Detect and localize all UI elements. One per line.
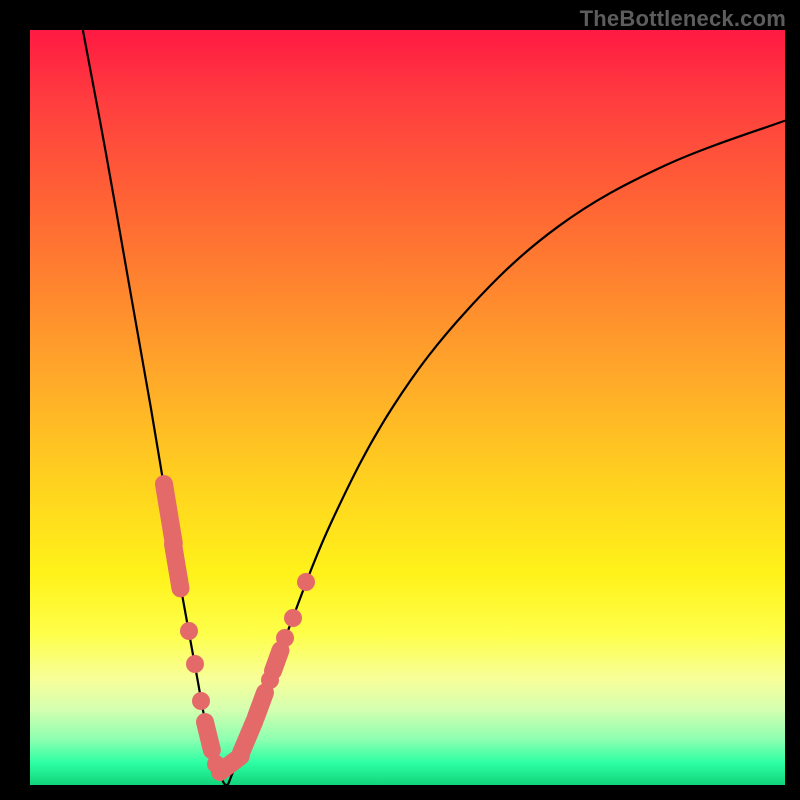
bottleneck-curve xyxy=(30,30,785,785)
watermark-text: TheBottleneck.com xyxy=(580,6,786,32)
chart-frame: TheBottleneck.com xyxy=(0,0,800,800)
plot-area xyxy=(30,30,785,785)
data-marker xyxy=(180,622,198,640)
data-marker xyxy=(284,609,302,627)
data-marker xyxy=(276,629,294,647)
data-marker xyxy=(186,655,204,673)
